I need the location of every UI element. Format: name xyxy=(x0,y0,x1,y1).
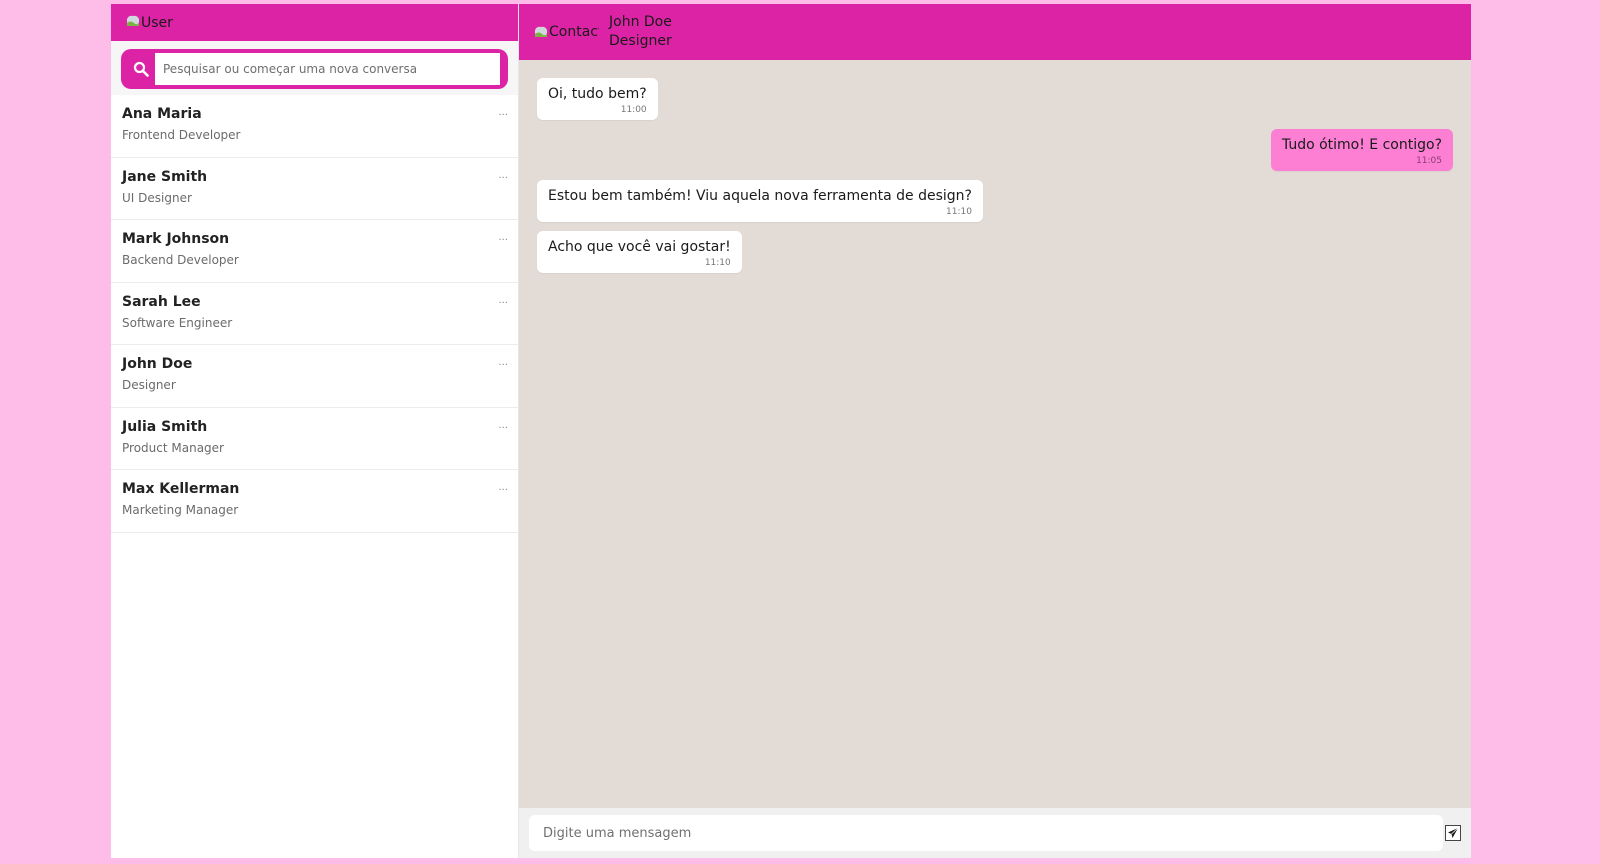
contact-item-julia-smith[interactable]: Julia Smith Product Manager ... xyxy=(111,408,518,470)
message-text: Acho que você vai gostar! xyxy=(548,239,731,255)
contact-name: Mark Johnson xyxy=(122,231,230,247)
message-bubble: Oi, tudo bem? 11:00 xyxy=(537,78,658,120)
contact-item-mark-johnson[interactable]: Mark Johnson Backend Developer ... xyxy=(111,220,518,283)
contact-name: Ana Maria xyxy=(122,106,202,122)
more-options-icon[interactable]: ... xyxy=(498,107,508,118)
contact-name: Sarah Lee xyxy=(122,293,201,310)
chat-contact-info: John Doe Designer xyxy=(609,13,672,51)
user-avatar[interactable]: User xyxy=(125,15,173,31)
contact-role: Software Engineer xyxy=(122,315,233,330)
message-bubble: Tudo ótimo! E contigo? 11:05 xyxy=(1270,129,1453,171)
send-icon xyxy=(1447,824,1459,843)
message-time: 11:05 xyxy=(1416,156,1442,166)
user-avatar-alt: User xyxy=(141,14,173,31)
message-time: 11:10 xyxy=(946,207,972,217)
more-options-icon[interactable]: ... xyxy=(498,357,508,368)
contact-item-john-doe[interactable]: John Doe Designer ... xyxy=(111,345,518,408)
chat-panel: Contact John Doe Designer Oi, tudo bem? … xyxy=(519,4,1471,858)
message-time: 11:10 xyxy=(704,258,731,268)
message-text: Oi, tudo bem? xyxy=(548,86,647,102)
sidebar-header: User xyxy=(111,4,518,41)
broken-image-icon xyxy=(533,25,549,38)
more-options-icon[interactable]: ... xyxy=(498,482,508,493)
chat-header: Contact John Doe Designer xyxy=(519,4,1471,60)
search-area xyxy=(111,41,518,95)
search-input[interactable] xyxy=(155,53,500,85)
contact-name: Jane Smith xyxy=(122,168,208,185)
message-list: Oi, tudo bem? 11:00 Tudo ótimo! E contig… xyxy=(519,60,1471,808)
message-composer xyxy=(519,808,1471,858)
search-box xyxy=(121,49,508,89)
message-text: Estou bem também! Viu aquela nova ferram… xyxy=(548,188,972,204)
chat-contact-role: Designer xyxy=(609,33,672,49)
contact-list: Ana Maria Frontend Developer ... Jane Sm… xyxy=(111,95,518,858)
message-bubble: Acho que você vai gostar! 11:10 xyxy=(537,231,742,273)
message-bubble: Estou bem também! Viu aquela nova ferram… xyxy=(537,180,983,222)
more-options-icon[interactable]: ... xyxy=(498,232,508,243)
contact-item-ana-maria[interactable]: Ana Maria Frontend Developer ... xyxy=(111,95,518,158)
search-icon[interactable] xyxy=(127,55,155,83)
contact-role: Designer xyxy=(122,378,176,392)
contact-name: John Doe xyxy=(122,356,193,372)
chat-contact-name: John Doe xyxy=(609,14,672,30)
contact-name: Max Kellerman xyxy=(122,481,240,497)
contact-name: Julia Smith xyxy=(122,418,208,435)
broken-image-icon xyxy=(125,14,141,27)
contact-role: Backend Developer xyxy=(122,253,239,267)
more-options-icon[interactable]: ... xyxy=(498,420,508,431)
contact-role: UI Designer xyxy=(122,190,192,205)
more-options-icon[interactable]: ... xyxy=(498,295,508,306)
more-options-icon[interactable]: ... xyxy=(498,170,508,181)
message-time: 11:00 xyxy=(620,105,647,115)
contact-role: Marketing Manager xyxy=(122,503,239,517)
contact-role: Product Manager xyxy=(122,440,224,455)
contact-avatar-alt: Contact xyxy=(549,24,599,40)
chat-app: User Ana Maria Frontend Developer ... xyxy=(111,4,1471,858)
contact-role: Frontend Developer xyxy=(122,128,241,142)
sidebar: User Ana Maria Frontend Developer ... xyxy=(111,4,519,858)
send-button[interactable] xyxy=(1445,825,1461,841)
message-input[interactable] xyxy=(529,815,1443,851)
contact-item-sarah-lee[interactable]: Sarah Lee Software Engineer ... xyxy=(111,283,518,345)
contact-item-max-kellerman[interactable]: Max Kellerman Marketing Manager ... xyxy=(111,470,518,533)
contact-item-jane-smith[interactable]: Jane Smith UI Designer ... xyxy=(111,158,518,220)
contact-avatar[interactable]: Contact xyxy=(533,24,599,40)
message-text: Tudo ótimo! E contigo? xyxy=(1281,137,1442,153)
